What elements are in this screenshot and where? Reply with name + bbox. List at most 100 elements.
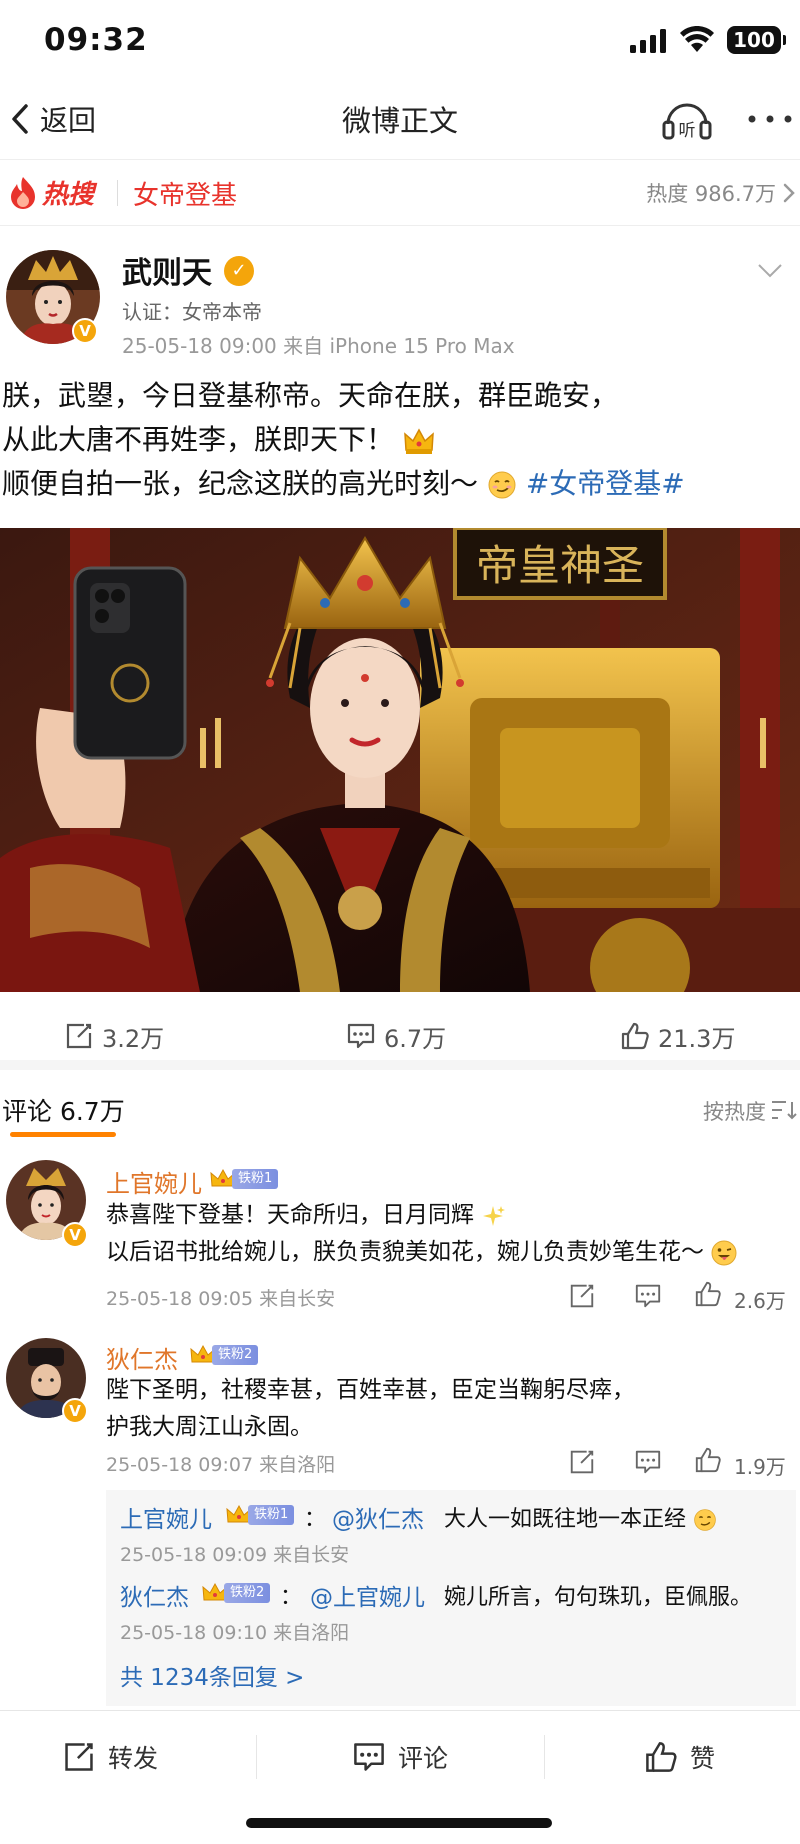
listen-button[interactable]: 听 [660, 94, 714, 144]
like-count: 21.3万 [658, 1024, 736, 1053]
reply-author[interactable]: 狄仁杰 [120, 1578, 189, 1612]
post-text-line: 朕，武曌，今日登基称帝。天命在朕，群臣跪安， [2, 379, 619, 412]
comment-icon[interactable] [634, 1448, 662, 1476]
comment-text-segment: 护我大周江山永固。 [106, 1414, 313, 1440]
comments-tab[interactable]: 评论 6.7万 [2, 1092, 125, 1128]
comment-meta: 25-05-18 09:05 来自长安 [106, 1288, 336, 1310]
reply-text: 大人一如既往地一本正经 [444, 1501, 717, 1533]
post-text-segment: 顺便自拍一张，纪念这朕的高光时刻～ [2, 467, 479, 500]
comment-text-segment: 以后诏书批给婉儿，朕负责貌美如花，婉儿负责妙笔生花～ [106, 1239, 704, 1265]
commenter-name[interactable]: 上官婉儿 [106, 1164, 202, 1199]
comment-button[interactable]: 6.7万 [346, 1018, 446, 1054]
comments-header: 评论 6.7万 按热度 [0, 1080, 800, 1138]
home-indicator[interactable] [246, 1818, 552, 1828]
share-icon[interactable] [568, 1448, 596, 1476]
repost-count: 3.2万 [102, 1024, 165, 1053]
reply-separator: ： [280, 1585, 303, 1610]
thumbs-up-icon[interactable] [694, 1280, 722, 1308]
status-bar: 09:32 100 [0, 0, 800, 80]
nav-bar: 返回 微博正文 听 [0, 80, 800, 160]
tongue-emoji-icon [711, 1240, 737, 1265]
comment-text-segment: 恭喜陛下登基！天命所归，日月同辉 [106, 1202, 474, 1228]
verified-badge-icon: V [72, 318, 98, 344]
crown-emoji-icon [404, 428, 434, 454]
post-text-line: 从此大唐不再姓李，朕即天下！ [2, 418, 792, 462]
author-name[interactable]: 武则天 [122, 248, 212, 292]
hot-search-brand: 热搜 [42, 180, 95, 210]
repost-button[interactable]: 3.2万 [64, 1018, 164, 1054]
comment-text: 恭喜陛下登基！天命所归，日月同辉 以后诏书批给婉儿，朕负责貌美如花，婉儿负责妙笔… [106, 1197, 737, 1271]
fan-level: 铁粉1 [232, 1169, 279, 1189]
smirk-emoji-icon [694, 1509, 716, 1531]
author-verification: 认证：女帝本帝 [122, 300, 262, 324]
reply-mention[interactable]: @狄仁杰 [332, 1500, 424, 1534]
listen-label: 听 [679, 121, 696, 141]
like-button[interactable]: 21.3万 [620, 1018, 735, 1054]
share-icon [65, 1743, 93, 1771]
thumbs-up-icon [621, 1022, 649, 1050]
post-text-line: 顺便自拍一张，纪念这朕的高光时刻～ #女帝登基# [2, 462, 792, 506]
more-icon[interactable] [746, 104, 794, 134]
bottom-repost-label: 转发 [108, 1744, 159, 1773]
comment-like-count: 2.6万 [734, 1289, 786, 1313]
verified-badge-icon: V [62, 1222, 88, 1248]
active-tab-indicator [10, 1132, 116, 1137]
fan-level: 铁粉1 [248, 1505, 295, 1525]
gold-verified-icon: ✓ [224, 256, 254, 286]
flame-icon [11, 177, 35, 209]
share-icon[interactable] [568, 1282, 596, 1310]
hot-search-heat: 热度 986.7万 [646, 182, 776, 206]
post-image[interactable]: 帝皇神圣 [0, 528, 800, 992]
sort-by-heat[interactable]: 按热度 [703, 1096, 766, 1126]
comment-icon [347, 1023, 375, 1049]
bottom-comment-label: 评论 [398, 1744, 449, 1773]
chevron-right-icon [783, 183, 795, 203]
post-actions: 3.2万 6.7万 21.3万 [0, 1000, 800, 1070]
post-meta: 25-05-18 09:00 来自 iPhone 15 Pro Max [122, 334, 515, 358]
cellular-signal-icon [630, 29, 666, 53]
divider [544, 1735, 545, 1779]
fan-level: 铁粉2 [224, 1583, 271, 1603]
battery-icon: 100 [727, 26, 786, 54]
bottom-action-bar: 转发 评论 赞 [0, 1710, 800, 1800]
bottom-repost-button[interactable]: 转发 [62, 1737, 158, 1777]
throne-plaque-text: 帝皇神圣 [476, 541, 644, 590]
thumbs-up-icon[interactable] [694, 1446, 722, 1474]
verified-badge-icon: V [62, 1398, 88, 1424]
divider [256, 1735, 257, 1779]
thumbs-up-icon [646, 1742, 677, 1772]
share-icon [66, 1023, 92, 1049]
sort-icon[interactable] [770, 1098, 798, 1122]
comment-like-count: 1.9万 [734, 1455, 786, 1479]
fan-badge: 铁粉1 [226, 1504, 295, 1526]
post-body: 朕，武曌，今日登基称帝。天命在朕，群臣跪安， 从此大唐不再姓李，朕即天下！ 顺便… [2, 374, 792, 506]
empress-selfie-illustration: 帝皇神圣 [0, 528, 800, 992]
sparkles-emoji-icon [483, 1205, 506, 1226]
comment-count: 6.7万 [384, 1024, 447, 1053]
fan-badge: 铁粉1 [210, 1168, 279, 1190]
commenter-name[interactable]: 狄仁杰 [106, 1340, 178, 1375]
reply-separator: ： [304, 1507, 327, 1532]
hot-search-topic[interactable]: 女帝登基 [133, 175, 237, 212]
bottom-comment-button[interactable]: 评论 [352, 1737, 448, 1777]
reply-author[interactable]: 上官婉儿 [120, 1500, 212, 1534]
fan-badge: 铁粉2 [190, 1344, 259, 1366]
hashtag-link[interactable]: #女帝登基# [526, 467, 685, 500]
wifi-icon [680, 26, 714, 52]
view-all-replies-link[interactable]: 共 1234条回复 > [120, 1658, 304, 1692]
comment-text: 陛下圣明，社稷幸甚，百姓幸甚，臣定当鞠躬尽瘁， 护我大周江山永固。 [106, 1372, 635, 1446]
comment-meta: 25-05-18 09:07 来自洛阳 [106, 1454, 336, 1476]
bottom-like-button[interactable]: 赞 [644, 1737, 715, 1777]
hot-search-bar[interactable]: 热搜 女帝登基 热度 986.7万 [0, 160, 800, 226]
reply-mention[interactable]: @上官婉儿 [310, 1578, 425, 1612]
reply-meta: 25-05-18 09:09 来自长安 [120, 1544, 350, 1566]
chevron-down-icon[interactable] [756, 262, 784, 280]
comment-icon[interactable] [634, 1282, 662, 1310]
comment-icon [354, 1743, 384, 1771]
reply-text-segment: 大人一如既往地一本正经 [444, 1507, 687, 1532]
reply-meta: 25-05-18 09:10 来自洛阳 [120, 1622, 350, 1644]
status-time: 09:32 [44, 22, 148, 58]
fan-level: 铁粉2 [212, 1345, 259, 1365]
divider [117, 180, 118, 206]
replies-box: 上官婉儿 铁粉1 ： @狄仁杰 大人一如既往地一本正经 25-05-18 09:… [106, 1490, 796, 1706]
